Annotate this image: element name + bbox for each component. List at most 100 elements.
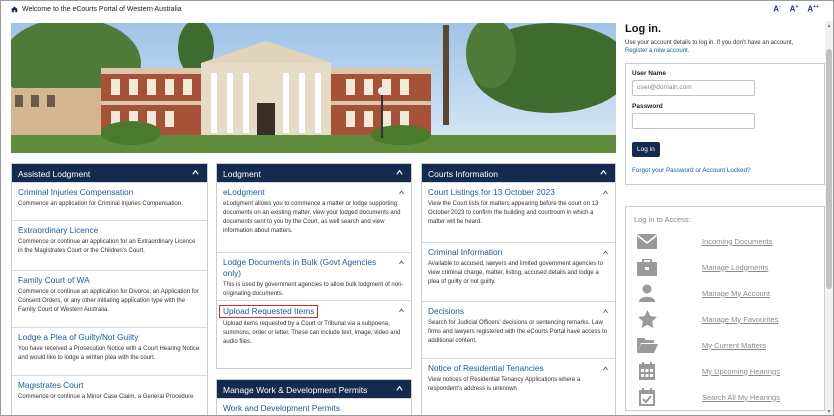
welcome-text: Welcome to the eCourts Portal of Western…: [22, 6, 182, 13]
list-item[interactable]: eLodgment eLodgment allows you to commen…: [217, 182, 411, 252]
login-form: User Name user@domain.com Password Log i…: [625, 63, 825, 185]
chevron-up-icon[interactable]: [398, 189, 405, 196]
list-item[interactable]: Magistrates Court Commence or continue a…: [12, 375, 207, 405]
item-title[interactable]: Work and Development Permits: [223, 403, 405, 414]
chevron-up-icon[interactable]: [191, 168, 200, 177]
chevron-up-icon[interactable]: [602, 365, 609, 372]
login-button[interactable]: Log in: [632, 142, 660, 157]
upload-requested-items-link[interactable]: Upload Requested Items: [219, 305, 319, 318]
item-description: You have received a Prosecution Notice w…: [18, 346, 200, 361]
chevron-up-icon[interactable]: [398, 307, 405, 314]
list-item[interactable]: Criminal Information Available to accuse…: [422, 242, 615, 301]
panel-title: Assisted Lodgment: [18, 169, 91, 179]
item-title[interactable]: Decisions: [428, 306, 609, 317]
list-item[interactable]: Family Court of WA Commence or continue …: [12, 270, 207, 327]
list-item[interactable]: Notice of Residential Tenancies View not…: [422, 358, 615, 398]
list-item[interactable]: Court Listings for 13 October 2023 View …: [422, 182, 615, 242]
permits-header[interactable]: Manage Work & Development Permits: [217, 380, 411, 398]
login-title: Log in.: [625, 23, 662, 35]
access-item[interactable]: Incoming Documents: [634, 228, 816, 254]
font-increase-button[interactable]: A+: [790, 4, 799, 14]
chevron-up-icon[interactable]: [602, 308, 609, 315]
chevron-up-icon[interactable]: [599, 168, 608, 177]
access-link[interactable]: My Upcoming Hearings: [702, 367, 780, 376]
item-title[interactable]: Notice of Residential Tenancies: [428, 363, 609, 374]
vertical-scrollbar[interactable]: ▲ ▼: [825, 21, 833, 415]
list-item[interactable]: Lodge Documents in Bulk (Govt Agencies o…: [217, 252, 411, 300]
font-size-controls: A- A+ A++: [773, 4, 819, 14]
page: Welcome to the eCourts Portal of Western…: [0, 0, 834, 416]
list-item[interactable]: Criminal Injuries Compensation Commence …: [12, 182, 207, 220]
chevron-up-icon[interactable]: [395, 168, 404, 177]
lodgment-header[interactable]: Lodgment: [217, 164, 411, 182]
forgot-password-link[interactable]: Forgot your Password or Account Locked?: [632, 167, 818, 174]
access-item[interactable]: My Current Matters: [634, 332, 816, 358]
access-link[interactable]: My Current Matters: [702, 341, 766, 350]
username-input[interactable]: user@domain.com: [632, 80, 755, 96]
item-description: Commence or continue a Minor Case Claim,…: [18, 394, 194, 400]
chevron-up-icon[interactable]: [602, 249, 609, 256]
court-building-image: [11, 23, 616, 153]
permits-panel: Manage Work & Development Permits Work a…: [216, 379, 412, 415]
courts-information-panel: Courts Information Court Listings for 13…: [421, 163, 616, 415]
password-input[interactable]: [632, 113, 755, 129]
chevron-up-icon[interactable]: [395, 384, 404, 393]
briefcase-icon: [636, 258, 658, 276]
item-title[interactable]: Magistrates Court: [18, 380, 201, 391]
item-title[interactable]: Lodge Documents in Bulk (Govt Agencies o…: [223, 257, 405, 279]
welcome-message: Welcome to the eCourts Portal of Western…: [11, 6, 182, 13]
item-description: Commence or continue an application for …: [18, 289, 199, 313]
access-title: Log in to Access:: [634, 215, 691, 224]
hero-image: [11, 23, 616, 153]
access-item[interactable]: My Upcoming Hearings: [634, 358, 816, 384]
item-description: Upload items requested by a Court or Tri…: [223, 321, 401, 345]
access-link[interactable]: Incoming Documents: [702, 237, 772, 246]
item-title[interactable]: Family Court of WA: [18, 275, 201, 286]
star-icon: [636, 310, 658, 328]
chevron-up-icon[interactable]: [398, 259, 405, 266]
courts-information-header[interactable]: Courts Information: [422, 164, 615, 182]
scroll-up-icon[interactable]: ▲: [826, 23, 832, 29]
item-title[interactable]: eLodgment: [223, 187, 405, 198]
access-item[interactable]: Manage Lodgments: [634, 254, 816, 280]
access-link[interactable]: Search All My Hearings: [702, 393, 780, 402]
list-item[interactable]: Decisions Search for Judicial Officers' …: [422, 301, 615, 358]
scroll-down-icon[interactable]: ▼: [826, 409, 832, 415]
assisted-lodgment-panel: Assisted Lodgment Criminal Injuries Comp…: [11, 163, 208, 415]
item-description: View the Court lists for matters appeari…: [428, 201, 599, 225]
item-description: eLodgment allows you to commence a matte…: [223, 201, 401, 234]
item-title[interactable]: Lodge a Plea of Guilty/Not Guilty: [18, 332, 201, 343]
assisted-lodgment-header[interactable]: Assisted Lodgment: [12, 164, 207, 182]
access-link[interactable]: Manage My Favourites: [702, 315, 778, 324]
register-link[interactable]: Register a new account.: [625, 48, 689, 54]
item-description: View notices of Residential Tenancy Appl…: [428, 377, 581, 392]
username-label: User Name: [632, 70, 666, 77]
home-icon: [11, 6, 18, 13]
login-subtitle: Use your account details to log in. If y…: [625, 40, 794, 54]
font-largest-button[interactable]: A++: [807, 4, 819, 14]
access-item[interactable]: Manage My Favourites: [634, 306, 816, 332]
chevron-up-icon[interactable]: [602, 189, 609, 196]
list-item[interactable]: Upload Requested Items Upload items requ…: [217, 300, 411, 368]
top-bar: Welcome to the eCourts Portal of Western…: [1, 1, 833, 21]
panel-title: Courts Information: [428, 169, 498, 179]
item-description: Commence an application for Criminal Inj…: [18, 201, 183, 207]
access-item[interactable]: Manage My Account: [634, 280, 816, 306]
lodgment-panel: Lodgment eLodgment eLodgment allows you …: [216, 163, 412, 369]
panel-title: Manage Work & Development Permits: [223, 385, 368, 395]
access-link[interactable]: Manage Lodgments: [702, 263, 768, 272]
item-title[interactable]: Criminal Injuries Compensation: [18, 187, 201, 198]
item-title[interactable]: Court Listings for 13 October 2023: [428, 187, 609, 198]
item-title[interactable]: Extraordinary Licence: [18, 225, 201, 236]
access-item[interactable]: Search All My Hearings: [634, 384, 816, 410]
user-icon: [636, 284, 658, 302]
font-decrease-button[interactable]: A-: [773, 4, 780, 14]
list-item[interactable]: Work and Development Permits: [217, 398, 411, 415]
list-item[interactable]: Extraordinary Licence Commence or contin…: [12, 220, 207, 270]
item-title[interactable]: Criminal Information: [428, 247, 609, 258]
calendar-icon: [636, 362, 658, 380]
list-item[interactable]: Lodge a Plea of Guilty/Not Guilty You ha…: [12, 327, 207, 375]
access-link[interactable]: Manage My Account: [702, 289, 770, 298]
scroll-thumb[interactable]: [826, 49, 832, 289]
access-panel: Log in to Access: Incoming Documents Man…: [625, 206, 825, 411]
